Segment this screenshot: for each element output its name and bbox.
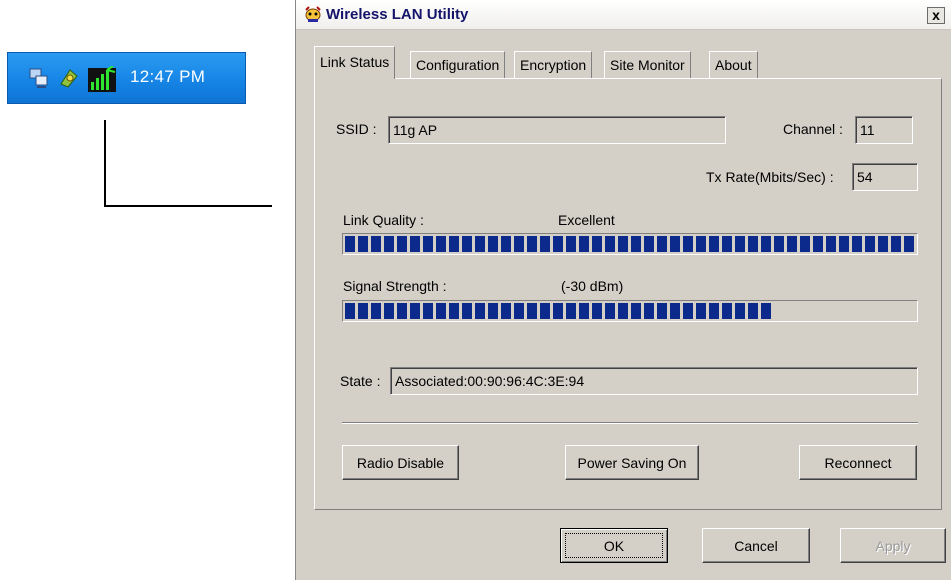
system-tray: 12:47 PM xyxy=(7,52,246,104)
ssid-label: SSID : xyxy=(336,121,377,137)
apply-button[interactable]: Apply xyxy=(840,528,946,563)
window-title: Wireless LAN Utility xyxy=(326,6,469,23)
title-bar[interactable]: Wireless LAN Utility x xyxy=(296,0,951,30)
ok-button[interactable]: OK xyxy=(560,528,668,563)
tab-encryption[interactable]: Encryption xyxy=(514,51,593,78)
power-saving-button[interactable]: Power Saving On xyxy=(565,445,699,480)
channel-label: Channel : xyxy=(783,121,843,137)
tab-configuration[interactable]: Configuration xyxy=(410,51,506,78)
network-icon[interactable] xyxy=(28,66,50,90)
divider xyxy=(342,422,918,424)
radio-disable-button[interactable]: Radio Disable xyxy=(342,445,459,480)
signal-strength-label: Signal Strength : xyxy=(343,278,447,294)
wireless-utility-icon[interactable] xyxy=(58,66,80,90)
signal-strength-bar xyxy=(342,300,918,322)
link-quality-value: Excellent xyxy=(558,212,615,228)
ssid-field: 11g AP xyxy=(388,116,726,144)
focus-rect xyxy=(565,533,663,558)
tray-clock[interactable]: 12:47 PM xyxy=(130,67,205,87)
app-icon xyxy=(303,6,323,24)
close-button[interactable]: x xyxy=(927,7,945,24)
reconnect-button[interactable]: Reconnect xyxy=(799,445,917,480)
tab-about[interactable]: About xyxy=(709,51,758,78)
link-quality-bar xyxy=(342,233,918,255)
cancel-button[interactable]: Cancel xyxy=(702,528,810,563)
state-label: State : xyxy=(340,373,381,389)
signal-strength-bar-fill xyxy=(345,303,773,319)
signal-strength-value: (-30 dBm) xyxy=(561,278,624,294)
tab-site-monitor[interactable]: Site Monitor xyxy=(604,51,691,78)
link-quality-label: Link Quality : xyxy=(343,212,424,228)
link-status-panel: SSID : 11g AP Channel : 11 Tx Rate(Mbits… xyxy=(314,78,942,510)
state-field: Associated:00:90:96:4C:3E:94 xyxy=(390,367,918,395)
tab-link-status[interactable]: Link Status xyxy=(314,46,396,79)
channel-field: 11 xyxy=(855,116,913,144)
callout-line xyxy=(104,120,106,207)
callout-line xyxy=(104,205,272,207)
wireless-lan-utility-window: Wireless LAN Utility x Link Status Confi… xyxy=(295,0,951,580)
tx-rate-label: Tx Rate(Mbits/Sec) : xyxy=(706,169,834,185)
link-quality-bar-fill xyxy=(345,236,915,252)
tx-rate-field: 54 xyxy=(852,163,918,191)
close-icon: x xyxy=(932,7,940,23)
signal-strength-icon[interactable] xyxy=(88,65,118,92)
